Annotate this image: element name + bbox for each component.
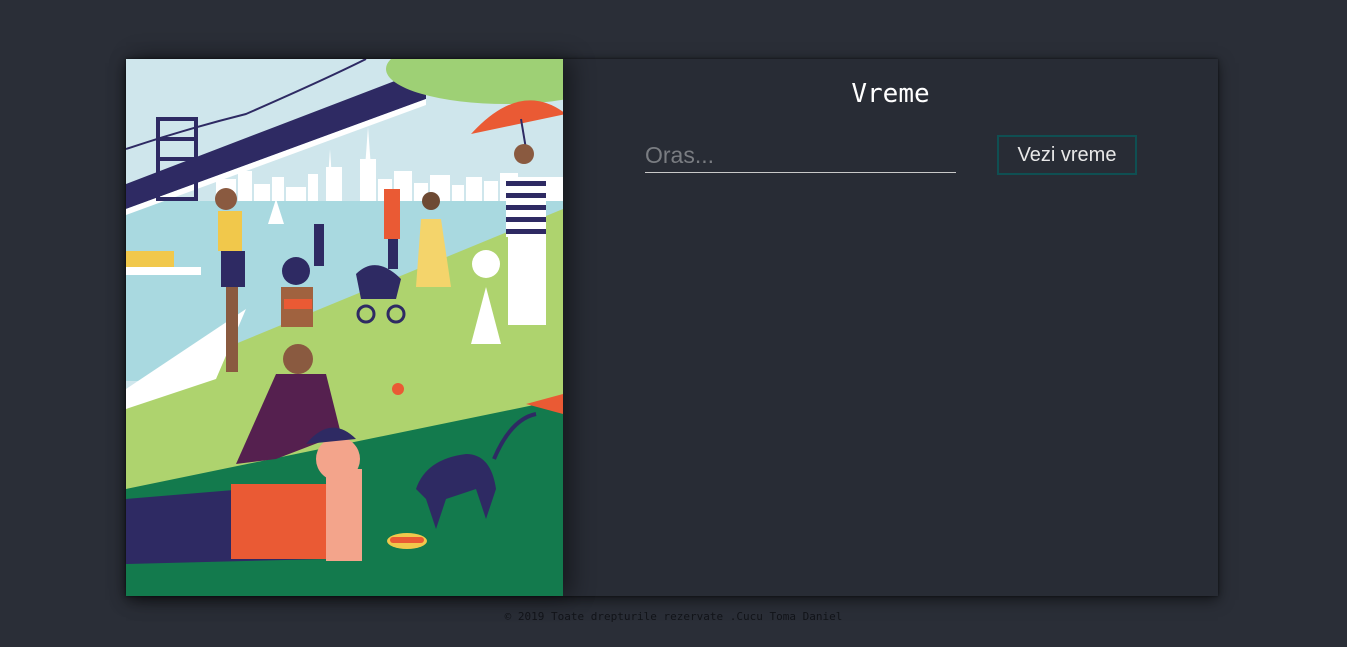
copyright-footer: © 2019 Toate drepturile rezervate .Cucu … <box>504 610 843 623</box>
weather-card: Vreme Vezi vreme <box>126 59 1218 596</box>
weather-panel: Vreme Vezi vreme <box>563 59 1218 596</box>
page-title: Vreme <box>851 79 930 109</box>
park-illustration <box>126 59 563 596</box>
city-input[interactable] <box>645 139 956 173</box>
show-weather-button[interactable]: Vezi vreme <box>997 135 1137 175</box>
